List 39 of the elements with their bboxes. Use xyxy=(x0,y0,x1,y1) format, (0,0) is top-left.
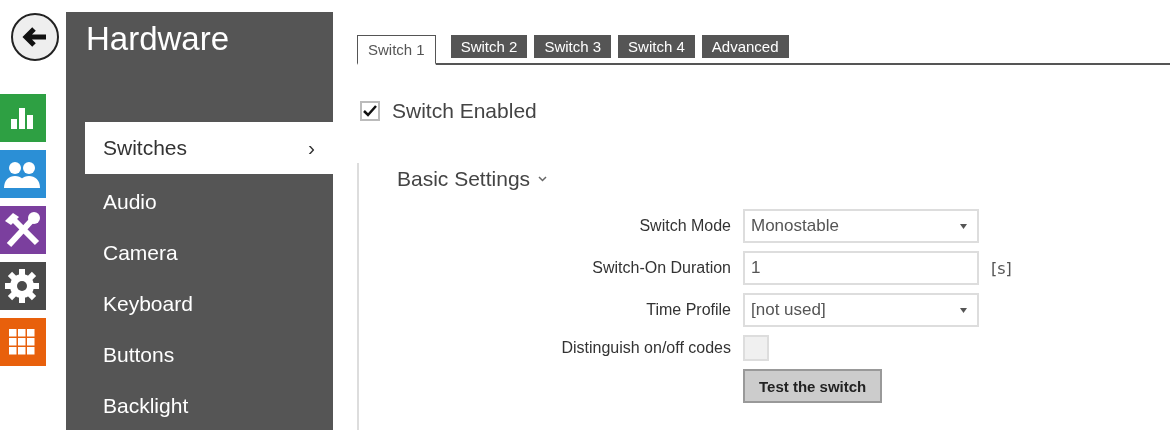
nav-tile[interactable] xyxy=(0,150,46,198)
field-label: Switch Mode xyxy=(639,217,731,235)
bar-chart-icon xyxy=(9,105,35,131)
sidebar-item[interactable]: Keyboard xyxy=(85,278,333,329)
tab[interactable]: Switch 2 xyxy=(450,35,528,58)
select-field[interactable]: [not used] xyxy=(743,293,979,327)
settings-icon xyxy=(4,268,40,304)
tab[interactable]: Switch 3 xyxy=(534,35,612,58)
nav-tile[interactable] xyxy=(0,318,46,366)
field-label: Time Profile xyxy=(646,301,731,319)
grid-icon xyxy=(9,329,35,355)
back-arrow-icon xyxy=(22,26,48,48)
tab[interactable]: Switch 4 xyxy=(618,35,695,58)
tools-icon xyxy=(3,211,41,249)
input-field[interactable]: 1 xyxy=(743,251,979,285)
nav-tile[interactable] xyxy=(0,206,46,254)
sidebar-item[interactable]: Camera xyxy=(85,227,333,278)
check-icon xyxy=(363,105,377,117)
checkbox-label: Switch Enabled xyxy=(392,99,537,123)
sidebar-item[interactable]: Switches › xyxy=(85,122,333,174)
nav-tile[interactable] xyxy=(0,262,46,310)
sidebar-title: Hardware xyxy=(85,19,231,59)
select-field[interactable]: Monostable xyxy=(743,209,979,243)
back-button[interactable] xyxy=(11,13,59,61)
field-label: Distinguish on/off codes xyxy=(561,339,731,357)
checkbox[interactable] xyxy=(360,101,380,121)
tab[interactable]: Switch 1 xyxy=(357,35,436,65)
dropdown-arrow-icon xyxy=(960,223,967,229)
field-label: Switch-On Duration xyxy=(592,259,731,277)
sidebar-item[interactable]: Buttons xyxy=(85,329,333,380)
sidebar-item[interactable]: Backlight xyxy=(85,380,333,430)
section-title[interactable]: Basic Settings xyxy=(397,167,531,191)
nav-tile[interactable] xyxy=(0,94,46,142)
tab[interactable]: Advanced xyxy=(701,35,789,58)
unit-label: [s] xyxy=(991,258,1013,278)
test-button[interactable]: Test the switch xyxy=(743,369,883,403)
sidebar-item[interactable]: Audio xyxy=(85,176,333,227)
checkbox[interactable] xyxy=(743,335,769,361)
dropdown-arrow-icon xyxy=(960,307,967,313)
